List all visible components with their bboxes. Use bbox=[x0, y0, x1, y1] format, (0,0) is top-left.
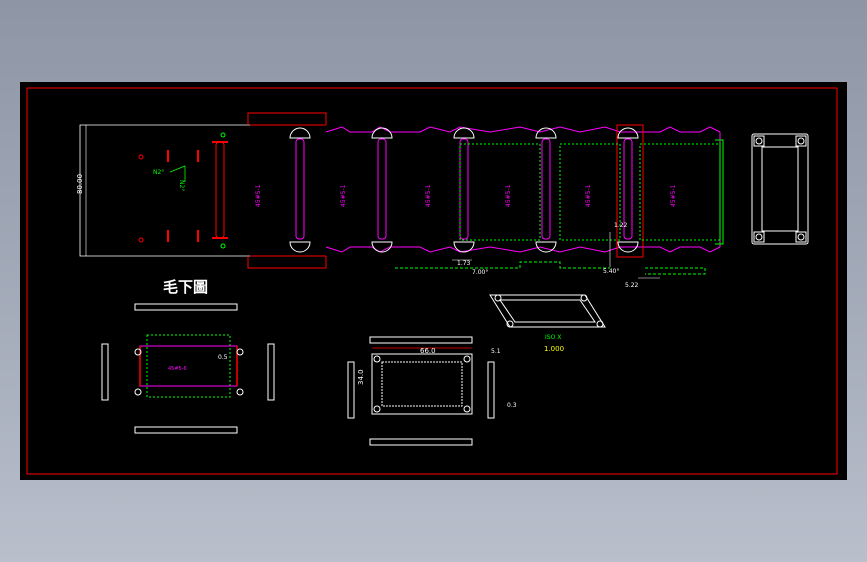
station-label: 45#5-1 bbox=[255, 184, 262, 207]
side-bar bbox=[369, 336, 473, 344]
station-lug bbox=[535, 127, 557, 139]
station-label: 45#5-1 bbox=[670, 184, 677, 207]
part-top-view bbox=[751, 133, 809, 245]
corner-hole bbox=[797, 137, 805, 145]
iso-hole bbox=[494, 294, 502, 302]
side-bar bbox=[487, 361, 495, 419]
note-label: N2° bbox=[153, 169, 164, 176]
station-2: 45#5-1 bbox=[340, 127, 393, 253]
side-bar bbox=[347, 361, 355, 419]
side-profile bbox=[715, 139, 724, 245]
station-lug bbox=[371, 127, 393, 139]
dim-offset: 0.5 bbox=[218, 354, 228, 361]
iso-hole bbox=[580, 294, 588, 302]
part-outline bbox=[751, 133, 809, 245]
pilot-hole bbox=[138, 237, 144, 243]
station-6: 45#5-1 bbox=[670, 184, 677, 207]
cad-canvas[interactable]: N2° N2° 80.00 45#5-1 45#5-1 45#5-1 45#5-… bbox=[20, 82, 847, 480]
cad-drawing: N2° N2° 80.00 45#5-1 45#5-1 45#5-1 45#5-… bbox=[26, 87, 838, 475]
station-lug bbox=[289, 127, 311, 139]
blank-outline bbox=[146, 334, 231, 398]
iso-hole bbox=[596, 320, 604, 328]
dim-width: 66.0 bbox=[420, 347, 436, 355]
dim-small: 0.3 bbox=[507, 402, 517, 409]
dim-edge: 5.1 bbox=[491, 348, 501, 355]
dim-e: 5.22 bbox=[625, 282, 639, 289]
station-3: 45#5-1 bbox=[425, 127, 475, 253]
strip-outline-top bbox=[325, 126, 721, 133]
part-inner bbox=[761, 146, 799, 232]
corner-hole bbox=[373, 355, 381, 363]
isometric-view: ISO X 1.000 bbox=[489, 294, 606, 353]
formed-part-view: 66.0 34.0 5.1 0.3 bbox=[347, 336, 517, 446]
part-body bbox=[371, 353, 473, 415]
station-lug bbox=[289, 241, 311, 253]
station-label: 45#5-1 bbox=[505, 184, 512, 207]
dim-a: 1.73 bbox=[457, 260, 471, 267]
corner-hole bbox=[463, 405, 471, 413]
station-punch bbox=[377, 138, 387, 240]
station-label: 45#5-1 bbox=[585, 184, 592, 207]
strip-carrier-top bbox=[247, 112, 327, 125]
station-label: 45#5-1 bbox=[425, 184, 432, 207]
side-bar bbox=[134, 303, 238, 311]
formed-outline bbox=[639, 143, 721, 241]
iso-label: ISO X bbox=[545, 334, 561, 341]
side-bar bbox=[134, 426, 238, 434]
corner-hole bbox=[236, 348, 244, 356]
station-label: 45#5-1 bbox=[340, 184, 347, 207]
dim-b: 7.00° bbox=[472, 269, 488, 276]
corner-hole bbox=[236, 388, 244, 396]
strip-carrier-bottom bbox=[247, 256, 327, 269]
pilot-hole bbox=[220, 132, 226, 138]
corner-hole bbox=[134, 388, 142, 396]
blank-body bbox=[139, 345, 238, 387]
side-bar bbox=[101, 343, 109, 401]
pilot-hole bbox=[220, 243, 226, 249]
strip-layout: N2° N2° 80.00 45#5-1 45#5-1 45#5-1 45#5-… bbox=[76, 112, 724, 289]
dim-c: 1.22 bbox=[614, 222, 628, 229]
side-bar bbox=[267, 343, 275, 401]
station-lug bbox=[453, 127, 475, 139]
side-bar bbox=[369, 438, 473, 446]
bottom-profile bbox=[645, 267, 706, 275]
station-punch bbox=[541, 138, 551, 240]
station-1: 45#5-1 bbox=[255, 127, 311, 253]
station-5: 45#5-1 bbox=[585, 124, 644, 258]
corner-hole bbox=[755, 233, 763, 241]
note-label: N2° bbox=[178, 180, 185, 191]
pilot-hole bbox=[138, 154, 144, 160]
station-highlight bbox=[616, 124, 644, 258]
station-4: 45#5-1 bbox=[505, 127, 557, 253]
station-punch bbox=[295, 138, 305, 240]
drawing-title: 毛下圖 bbox=[163, 278, 208, 296]
corner-hole bbox=[755, 137, 763, 145]
form-punch bbox=[215, 141, 225, 239]
iso-inner bbox=[499, 299, 596, 323]
dim-strip-height: 80.00 bbox=[76, 174, 84, 194]
blank-label: 45#5-6 bbox=[168, 366, 187, 372]
formed-outline bbox=[459, 143, 541, 241]
station-punch bbox=[459, 138, 469, 240]
corner-hole bbox=[463, 355, 471, 363]
drawing-frame bbox=[26, 87, 838, 475]
dim-d: 5.40° bbox=[603, 268, 619, 275]
bottom-profile bbox=[395, 261, 610, 269]
corner-hole bbox=[797, 233, 805, 241]
corner-hole bbox=[373, 405, 381, 413]
flat-blank-view: 45#5-6 0.5 bbox=[101, 303, 275, 434]
part-inner bbox=[381, 361, 463, 407]
iso-scale: 1.000 bbox=[544, 345, 564, 353]
dim-height: 34.0 bbox=[357, 369, 365, 385]
station-lug bbox=[617, 127, 639, 139]
